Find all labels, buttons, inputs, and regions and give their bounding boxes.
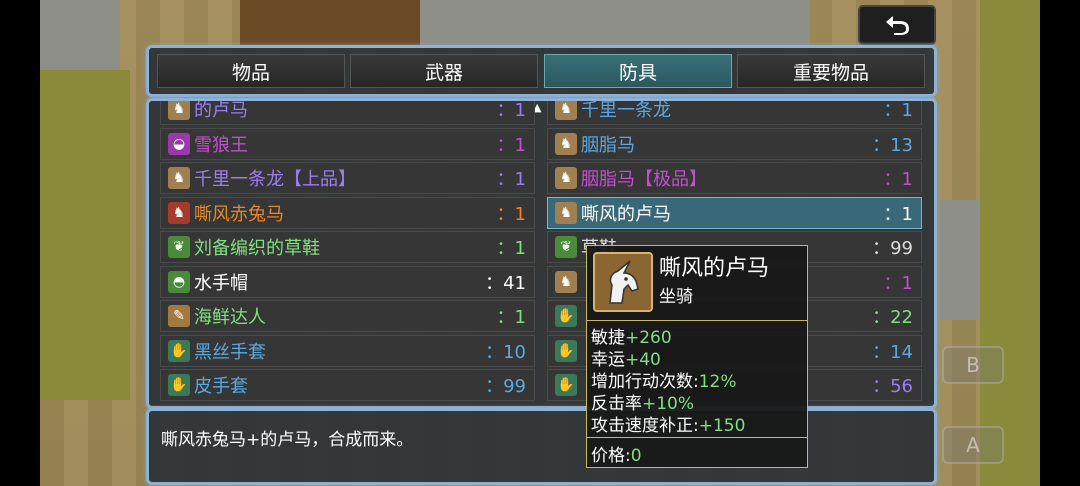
tooltip-item-type: 坐骑	[659, 287, 693, 307]
tooltip-item-name: 嘶风的卢马	[659, 256, 770, 281]
item-name: 嘶风赤兔马	[194, 204, 284, 225]
item-quantity: ：22	[872, 307, 913, 328]
horse-icon: ♞	[168, 167, 190, 189]
item-quantity: ：14	[872, 342, 913, 363]
item-quantity: ：1	[496, 169, 526, 190]
stat-attack-speed: 攻击速度补正:+150	[591, 416, 746, 436]
item-name: 胭脂马	[581, 135, 635, 156]
inventory-item-row[interactable]: ♞ 嘶风赤兔马 ：1	[160, 197, 535, 229]
item-quantity: ：1	[496, 100, 526, 121]
inventory-item-row[interactable]: ✋ 皮手套 ：99	[160, 369, 535, 401]
inventory-item-row[interactable]: ♞ 千里一条龙 ：1	[547, 100, 922, 125]
return-arrow-icon	[886, 16, 909, 35]
item-name: 千里一条龙【上品】	[194, 169, 356, 190]
item-name: 嘶风的卢马	[581, 204, 671, 225]
tab-armor[interactable]: 防具	[544, 54, 732, 88]
item-name: 的卢马	[194, 100, 248, 121]
a-button[interactable]: A	[942, 426, 1004, 464]
sandals-icon: ❦	[168, 236, 190, 258]
tooltip-divider	[587, 320, 807, 321]
item-name: 海鲜达人	[194, 307, 266, 328]
item-quantity: ：41	[485, 273, 526, 294]
inventory-list: ▲ ♞ 的卢马 ：1 ◒ 雪狼王 ：1 ♞ 千里一条龙【上品】 ：1 ♞ 嘶风赤兔马 ：1 ❦ 刘备编织的…	[146, 98, 937, 409]
tab-weapons[interactable]: 武器	[350, 54, 538, 88]
glove-icon: ✋	[555, 340, 577, 362]
item-quantity: ：1	[496, 307, 526, 328]
item-name: 千里一条龙	[581, 100, 671, 121]
stat-price: 价格:0	[591, 446, 642, 466]
back-button[interactable]	[858, 5, 936, 45]
item-quantity: ：99	[485, 376, 526, 397]
inventory-item-row[interactable]: ♞ 的卢马 ：1	[160, 100, 535, 125]
horse-icon: ♞	[555, 271, 577, 293]
item-quantity: ：13	[872, 135, 913, 156]
horse-icon: ♞	[555, 167, 577, 189]
item-quantity: ：1	[883, 169, 913, 190]
item-name: 雪狼王	[194, 135, 248, 156]
item-description: 嘶风赤兔马+的卢马，合成而来。	[161, 430, 414, 450]
inventory-item-row[interactable]: ♞ 千里一条龙【上品】 ：1	[160, 162, 535, 194]
glove-icon: ✋	[168, 374, 190, 396]
category-tabs: 物品 武器 防具 重要物品	[146, 45, 937, 97]
inventory-item-row[interactable]: ♞ 胭脂马【极品】 ：1	[547, 162, 922, 194]
tab-items[interactable]: 物品	[157, 54, 345, 88]
tab-key-items[interactable]: 重要物品	[737, 54, 925, 88]
item-name: 黑丝手套	[194, 342, 266, 363]
item-quantity: ：1	[496, 238, 526, 259]
glove-icon: ✋	[168, 340, 190, 362]
item-quantity: ：10	[485, 342, 526, 363]
item-quantity: ：1	[496, 135, 526, 156]
description-panel: 嘶风赤兔马+的卢马，合成而来。	[146, 408, 937, 485]
item-quantity: ：99	[872, 238, 913, 259]
sandals-icon: ❦	[555, 236, 577, 258]
horse-icon: ♞	[555, 133, 577, 155]
fish-icon: ✎	[168, 305, 190, 327]
inventory-item-row[interactable]: ✋ 黑丝手套 ：10	[160, 335, 535, 367]
inventory-item-row[interactable]: ◓ 水手帽 ：41	[160, 266, 535, 298]
inventory-item-row[interactable]: ✎ 海鲜达人 ：1	[160, 300, 535, 332]
item-name: 胭脂马【极品】	[581, 169, 707, 190]
inventory-item-row[interactable]: ◒ 雪狼王 ：1	[160, 128, 535, 160]
hat-icon: ◓	[168, 271, 190, 293]
item-quantity: ：1	[883, 204, 913, 225]
inventory-item-row[interactable]: ♞ 胭脂马 ：13	[547, 128, 922, 160]
red-horse-icon: ♞	[168, 202, 190, 224]
item-name: 水手帽	[194, 273, 248, 294]
glove-icon: ✋	[555, 305, 577, 327]
horse-icon: ♞	[555, 202, 577, 224]
unicorn-icon	[593, 252, 653, 312]
horse-icon: ♞	[555, 101, 577, 120]
item-quantity: ：1	[496, 204, 526, 225]
wolf-icon: ◒	[168, 133, 190, 155]
glove-icon: ✋	[555, 374, 577, 396]
b-button[interactable]: B	[942, 346, 1004, 384]
item-quantity: ：56	[872, 376, 913, 397]
item-name: 刘备编织的草鞋	[194, 238, 320, 259]
item-quantity: ：1	[883, 273, 913, 294]
horse-icon: ♞	[168, 101, 190, 120]
inventory-item-row[interactable]: ♞ 嘶风的卢马 ：1	[547, 197, 922, 229]
item-quantity: ：1	[883, 100, 913, 121]
item-tooltip: 嘶风的卢马 坐骑 敏捷+260 幸运+40 增加行动次数:12% 反击率+10%…	[586, 245, 808, 468]
tooltip-divider	[587, 437, 807, 438]
inventory-item-row[interactable]: ❦ 刘备编织的草鞋 ：1	[160, 231, 535, 263]
item-name: 皮手套	[194, 376, 248, 397]
